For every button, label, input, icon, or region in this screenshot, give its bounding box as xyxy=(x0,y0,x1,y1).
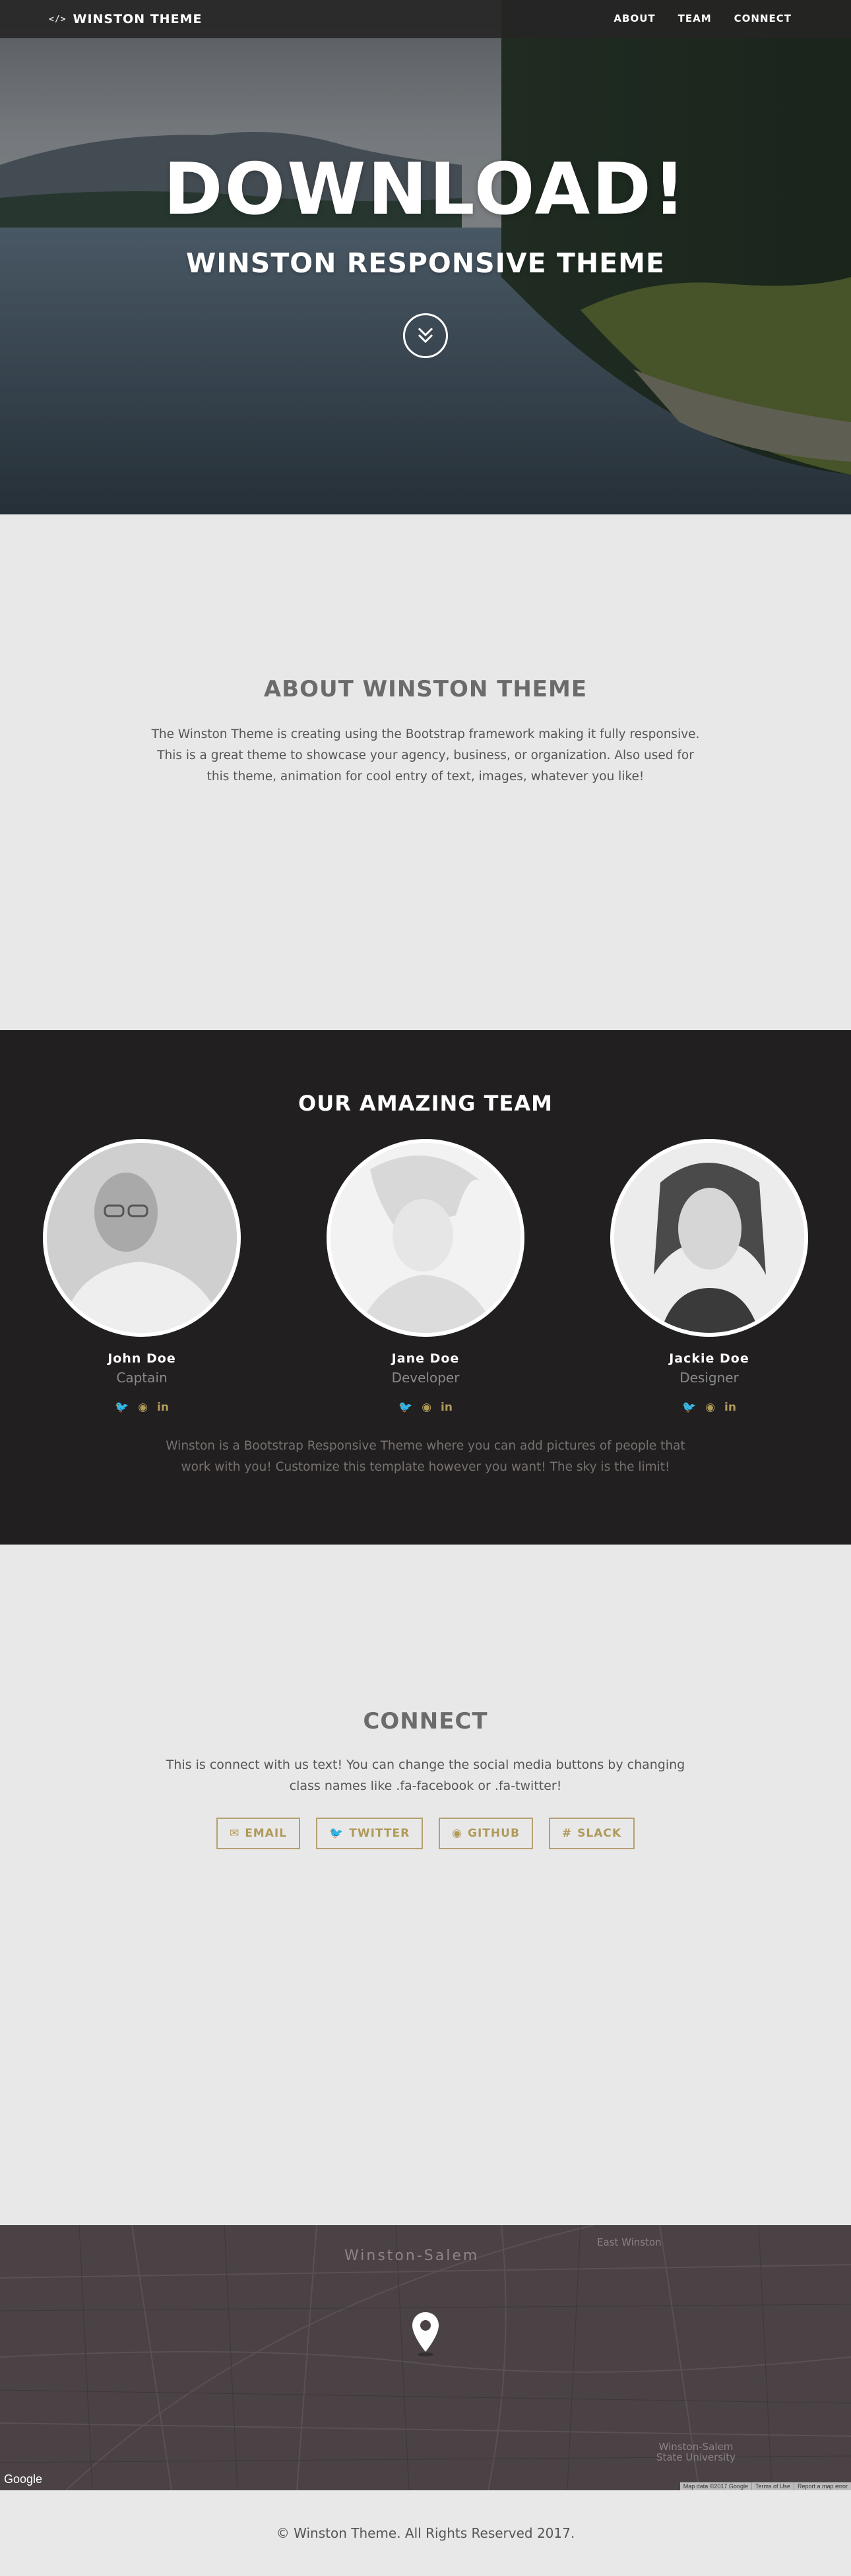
twitter-icon[interactable]: 🐦 xyxy=(115,1401,129,1414)
double-chevron-down-icon xyxy=(418,327,433,344)
about-section: ABOUT WINSTON THEME The Winston Theme is… xyxy=(0,514,851,1030)
code-icon: </> xyxy=(49,14,67,24)
terms-link[interactable]: Terms of Use xyxy=(751,2482,794,2490)
envelope-icon: ✉ xyxy=(229,1827,240,1840)
slack-button-label: SLACK xyxy=(577,1827,622,1840)
map-area-label: Winston-Salem State University xyxy=(656,2441,736,2463)
nav-link-about[interactable]: ABOUT xyxy=(614,13,655,24)
twitter-icon: 🐦 xyxy=(329,1827,344,1840)
github-icon[interactable]: ◉ xyxy=(422,1401,431,1414)
map[interactable]: Winston-Salem East Winston Winston-Salem… xyxy=(0,2225,851,2490)
email-button[interactable]: ✉ EMAIL xyxy=(216,1818,301,1849)
github-icon[interactable]: ◉ xyxy=(705,1401,715,1414)
report-error-link[interactable]: Report a map error xyxy=(793,2482,851,2490)
member-socials: 🐦 ◉ in xyxy=(607,1400,811,1415)
member-role: Captain xyxy=(116,1370,168,1386)
connect-text: This is connect with us text! You can ch… xyxy=(166,1758,685,1793)
twitter-icon[interactable]: 🐦 xyxy=(682,1401,696,1414)
brand-name: WINSTON THEME xyxy=(73,12,203,26)
hero-subtitle: WINSTON RESPONSIVE THEME xyxy=(186,247,665,279)
navbar: </> WINSTON THEME ABOUT TEAM CONNECT xyxy=(0,0,851,38)
member-name: Jackie Doe xyxy=(669,1351,749,1366)
slack-button[interactable]: # SLACK xyxy=(548,1818,635,1849)
footer-text: © Winston Theme. All Rights Reserved 201… xyxy=(276,2525,575,2541)
team-text: Winston is a Bootstrap Responsive Theme … xyxy=(166,1439,685,1474)
nav-link-connect[interactable]: CONNECT xyxy=(734,13,792,24)
map-area-label: East Winston xyxy=(597,2236,662,2248)
member-name: Jane Doe xyxy=(391,1351,460,1366)
avatar xyxy=(610,1139,808,1337)
github-icon: ◉ xyxy=(452,1827,463,1840)
brand-link[interactable]: </> WINSTON THEME xyxy=(49,11,202,28)
map-attribution: Map data ©2017 Google Terms of Use Repor… xyxy=(679,2482,851,2490)
team-title: OUR AMAZING TEAM xyxy=(298,1091,553,1116)
twitter-button-label: TWITTER xyxy=(349,1827,410,1840)
nav-links: ABOUT TEAM CONNECT xyxy=(614,13,792,24)
member-socials: 🐦 ◉ in xyxy=(323,1400,528,1415)
about-title: ABOUT WINSTON THEME xyxy=(263,676,588,702)
linkedin-icon[interactable]: in xyxy=(441,1401,453,1414)
hero-section: DOWNLOAD! WINSTON RESPONSIVE THEME xyxy=(0,0,851,514)
email-button-label: EMAIL xyxy=(245,1827,288,1840)
google-logo[interactable]: Google xyxy=(4,2472,42,2486)
team-member-card: Jane Doe Developer 🐦 ◉ in xyxy=(323,1139,528,1415)
github-button[interactable]: ◉ GITHUB xyxy=(439,1818,533,1849)
avatar xyxy=(43,1139,241,1337)
map-pin-icon[interactable] xyxy=(410,2311,441,2357)
map-city-label: Winston-Salem xyxy=(344,2248,480,2264)
map-data-text: Map data ©2017 Google xyxy=(683,2483,748,2490)
member-socials: 🐦 ◉ in xyxy=(40,1400,244,1415)
connect-section: CONNECT This is connect with us text! Yo… xyxy=(0,1545,851,2225)
footer: © Winston Theme. All Rights Reserved 201… xyxy=(0,2490,851,2576)
github-icon[interactable]: ◉ xyxy=(138,1401,148,1414)
member-name: John Doe xyxy=(108,1351,176,1366)
team-member-card: Jackie Doe Designer 🐦 ◉ in xyxy=(607,1139,811,1415)
member-role: Developer xyxy=(391,1370,460,1386)
linkedin-icon[interactable]: in xyxy=(157,1401,169,1414)
team-member-card: John Doe Captain 🐦 ◉ in xyxy=(40,1139,244,1415)
linkedin-icon[interactable]: in xyxy=(724,1401,736,1414)
connect-buttons: ✉ EMAIL 🐦 TWITTER ◉ GITHUB # SLACK xyxy=(0,1818,851,1849)
nav-link-team[interactable]: TEAM xyxy=(678,13,712,24)
avatar xyxy=(327,1139,524,1337)
slack-icon: # xyxy=(561,1827,573,1840)
team-section: OUR AMAZING TEAM John Doe Captain 🐦 ◉ in xyxy=(0,1030,851,1545)
twitter-button[interactable]: 🐦 TWITTER xyxy=(316,1818,424,1849)
hero-title: DOWNLOAD! xyxy=(163,148,688,231)
connect-title: CONNECT xyxy=(363,1708,488,1734)
scroll-down-button[interactable] xyxy=(403,313,448,358)
twitter-icon[interactable]: 🐦 xyxy=(398,1401,412,1414)
about-text: The Winston Theme is creating using the … xyxy=(151,727,700,783)
member-role: Designer xyxy=(679,1370,739,1386)
github-button-label: GITHUB xyxy=(468,1827,520,1840)
